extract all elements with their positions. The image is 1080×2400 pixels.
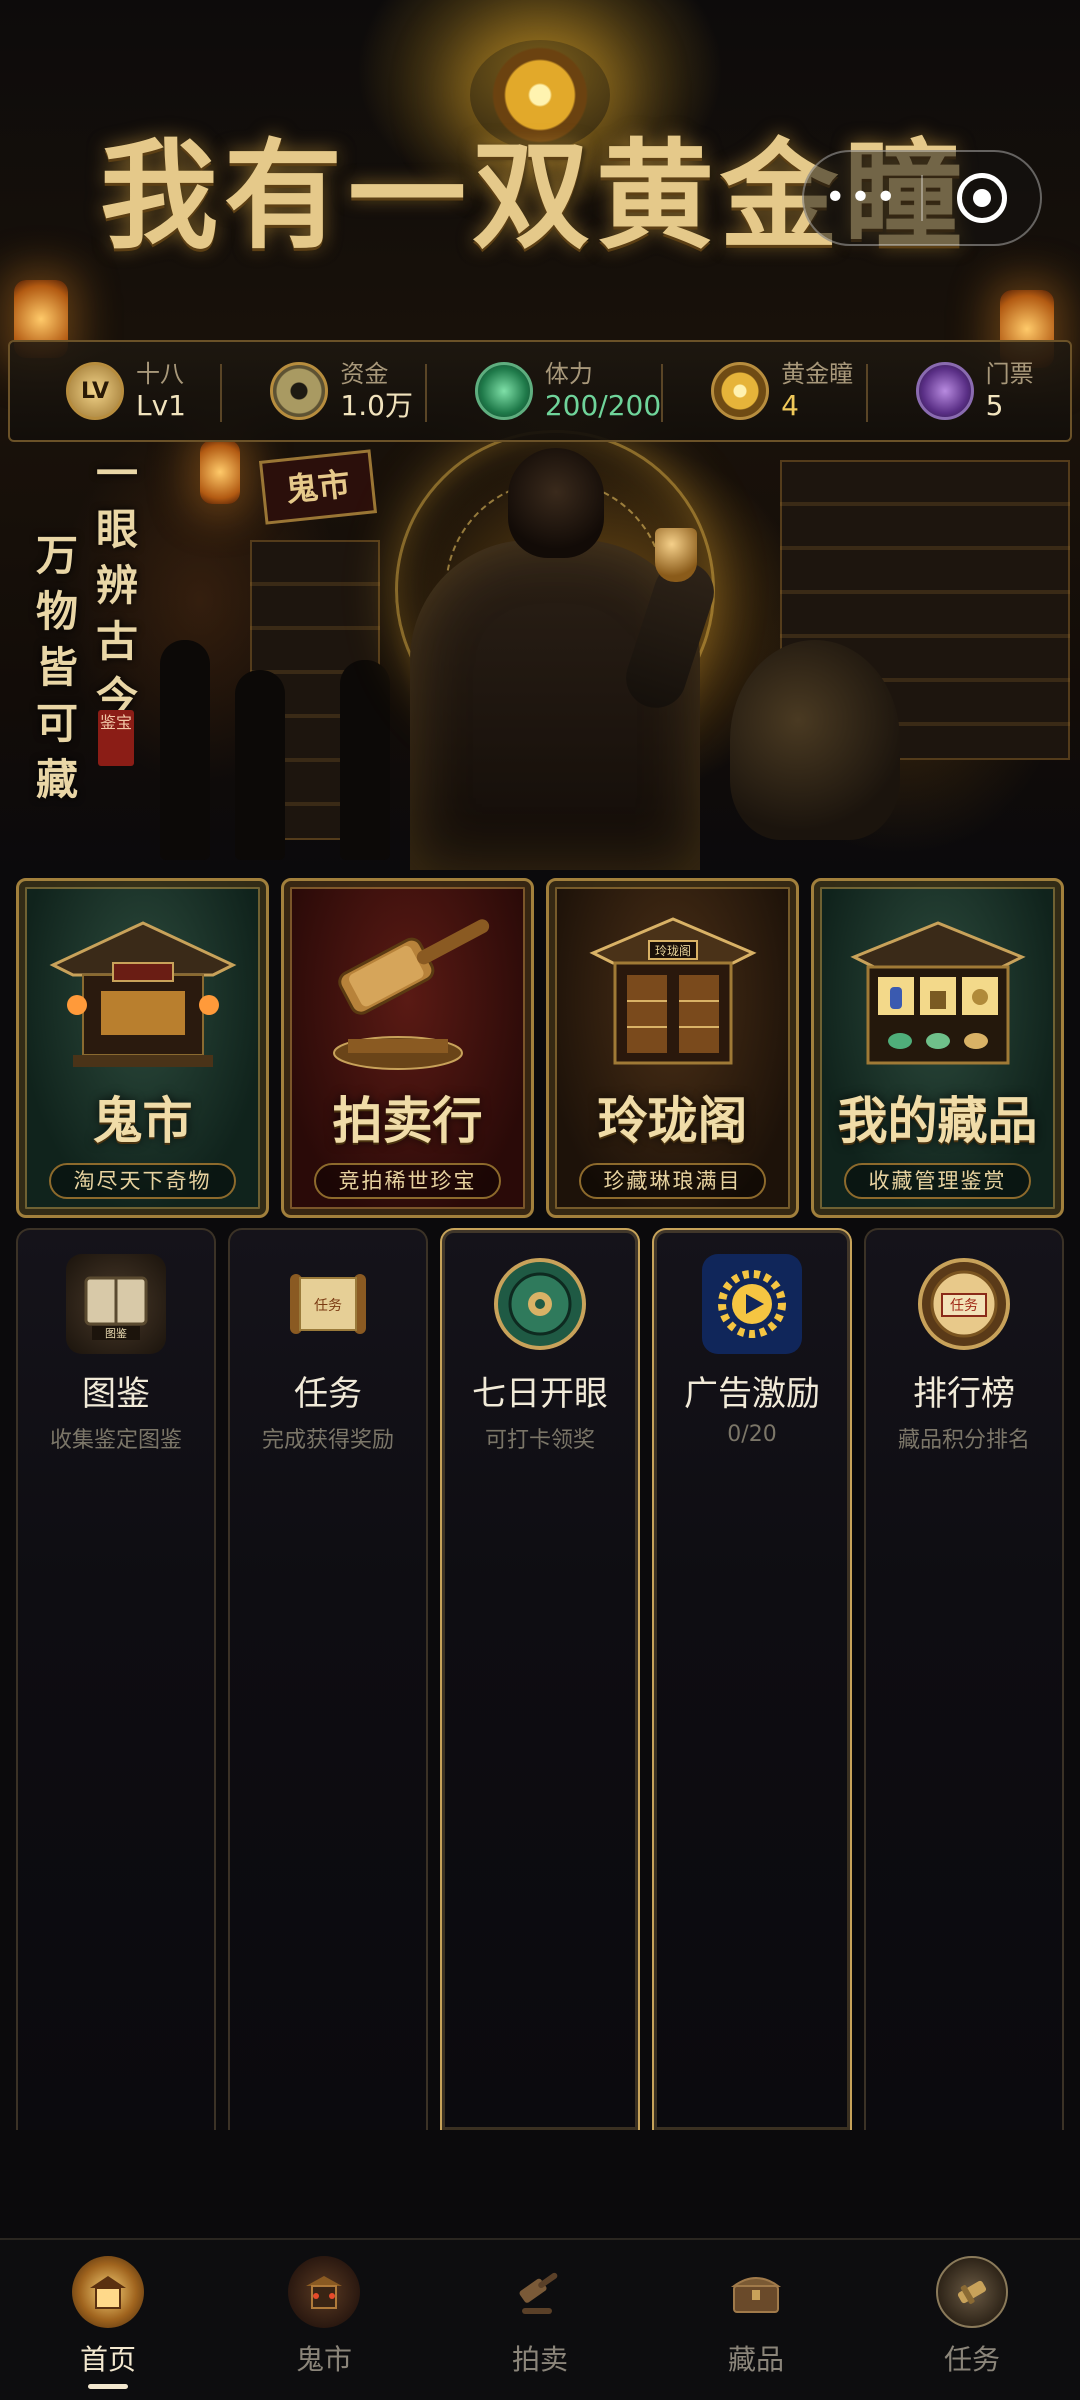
stat-golden-eye[interactable]: 黄金瞳 4 [661, 342, 865, 440]
catalog-icon-label: 图鉴 [105, 1327, 127, 1340]
func-subtitle: 0/20 [727, 1422, 777, 1447]
stat-value: 200/200 [544, 389, 662, 422]
function-grid: 图鉴 图鉴 收集鉴定图鉴 任务 任务 完成获得奖励 七日开眼 可打卡领奖 广告激… [16, 1228, 1064, 2130]
nav-label: 任务 [943, 2343, 1000, 2376]
stat-label: 门票 [985, 360, 1034, 388]
coin-icon [270, 362, 329, 420]
nav-label: 拍卖 [511, 2343, 568, 2376]
func-seven-day-checkin[interactable]: 七日开眼 可打卡领奖 [440, 1228, 640, 2130]
jade-disc-icon [490, 1254, 590, 1354]
nav-home[interactable]: 首页 [0, 2240, 216, 2400]
card-subtitle: 淘尽天下奇物 [49, 1163, 236, 1199]
card-title: 鬼市 [92, 1091, 193, 1150]
nav-label: 鬼市 [295, 2343, 352, 2376]
treasure-chest-icon [720, 2256, 792, 2328]
card-my-collection[interactable]: 我的藏品 收藏管理鉴赏 [811, 878, 1064, 1218]
crowd-figure [340, 660, 390, 860]
antique-cup-icon [655, 528, 697, 582]
seal-stamp: 鉴宝 [98, 710, 134, 766]
stats-bar: LV 十八 Lv1 资金 1.0万 体力 200/200 黄金瞳 4 门票 5 [8, 340, 1072, 442]
bottom-nav: 首页 鬼市 拍卖 藏品 任务 [0, 2238, 1080, 2400]
lantern-icon [200, 440, 240, 504]
card-title: 拍卖行 [332, 1091, 483, 1150]
func-leaderboard[interactable]: 任务 排行榜 藏品积分排名 [864, 1228, 1064, 2130]
card-title: 玲珑阁 [597, 1091, 748, 1150]
bronze-urn [730, 640, 900, 840]
stat-value: 5 [985, 389, 1004, 422]
nav-ghost-market[interactable]: 鬼市 [216, 2240, 432, 2400]
stat-stamina[interactable]: 体力 200/200 [424, 342, 662, 440]
market-pavilion-icon [49, 921, 236, 1067]
target-close-icon[interactable] [923, 173, 1040, 223]
func-title: 排行榜 [913, 1374, 1015, 1414]
card-subtitle: 收藏管理鉴赏 [844, 1163, 1031, 1199]
crowd-figure [235, 670, 285, 860]
treasure-pavilion-icon: 玲珑阁 [588, 917, 757, 1065]
market-icon [288, 2256, 360, 2328]
catalog-book-icon: 图鉴 [66, 1254, 166, 1354]
stat-label: 十八 [136, 360, 184, 388]
gavel-icon [504, 2256, 576, 2328]
card-subtitle: 珍藏琳琅满目 [579, 1163, 766, 1199]
hero-banner: 我有一双黄金瞳 ••• 鬼市 一眼辨古今 万物皆可藏 鉴宝 LV 十八 Lv1 … [0, 0, 1080, 870]
func-subtitle: 完成获得奖励 [261, 1428, 394, 1453]
nav-label: 藏品 [727, 2343, 784, 2376]
ticket-icon [915, 362, 974, 420]
card-subtitle: 竞拍稀世珍宝 [314, 1163, 501, 1199]
gavel-icon [332, 919, 489, 1070]
crowd-figure [160, 640, 210, 860]
func-subtitle: 收集鉴定图鉴 [49, 1428, 182, 1453]
stat-level[interactable]: LV 十八 Lv1 [10, 342, 220, 440]
task-scroll-icon: 任务 [278, 1254, 378, 1354]
jade-stamina-icon [474, 362, 533, 420]
nav-label: 首页 [79, 2343, 136, 2376]
hero-character-head [508, 448, 604, 558]
card-ghost-market[interactable]: 鬼市 淘尽天下奇物 [16, 878, 269, 1218]
nav-active-indicator [88, 2384, 128, 2389]
func-title: 任务 [294, 1374, 362, 1414]
stat-label: 黄金瞳 [781, 360, 854, 388]
more-dots-icon[interactable]: ••• [804, 180, 921, 216]
func-tasks[interactable]: 任务 任务 完成获得奖励 [228, 1228, 428, 2130]
task-icon [936, 2256, 1008, 2328]
func-subtitle: 可打卡领奖 [484, 1428, 595, 1453]
stat-value: 4 [781, 389, 799, 422]
pavilion-sign: 玲珑阁 [654, 944, 690, 958]
stat-ticket[interactable]: 门票 5 [865, 342, 1070, 440]
rank-badge-label: 任务 [950, 1298, 978, 1314]
mini-program-capsule: ••• [802, 150, 1042, 246]
slogan-line-2: 万物皆可藏 [36, 531, 79, 804]
func-ad-reward[interactable]: 广告激励 0/20 [652, 1228, 852, 2130]
rank-badge-icon: 任务 [914, 1254, 1014, 1354]
shop-sign: 鬼市 [258, 449, 378, 525]
task-scroll-label: 任务 [314, 1298, 342, 1314]
stat-label: 资金 [340, 360, 389, 388]
func-title: 图鉴 [82, 1374, 150, 1414]
level-badge-icon: LV [66, 362, 124, 420]
home-palace-icon [72, 2256, 144, 2328]
feature-cards: 鬼市 淘尽天下奇物 拍卖行 竞拍稀世珍宝 玲珑阁 玲珑阁 珍藏琳琅满目 我的藏品… [16, 878, 1064, 1218]
nav-collection[interactable]: 藏品 [648, 2240, 864, 2400]
card-title: 我的藏品 [837, 1091, 1038, 1150]
func-catalog[interactable]: 图鉴 图鉴 收集鉴定图鉴 [16, 1228, 216, 2130]
func-title: 七日开眼 [472, 1374, 608, 1414]
video-reward-icon [702, 1254, 802, 1354]
stat-value: 1.0万 [340, 389, 413, 422]
golden-eye-icon [711, 362, 770, 420]
func-subtitle: 藏品积分排名 [897, 1428, 1030, 1453]
collection-cabinet-icon [849, 921, 1026, 1065]
nav-auction[interactable]: 拍卖 [432, 2240, 648, 2400]
stat-funds[interactable]: 资金 1.0万 [220, 342, 424, 440]
stat-value: Lv1 [136, 389, 186, 422]
card-auction-house[interactable]: 拍卖行 竞拍稀世珍宝 [281, 878, 534, 1218]
nav-tasks[interactable]: 任务 [864, 2240, 1080, 2400]
func-title: 广告激励 [684, 1374, 820, 1414]
stat-label: 体力 [544, 360, 593, 388]
card-linglong-pavilion[interactable]: 玲珑阁 玲珑阁 珍藏琳琅满目 [546, 878, 799, 1218]
slogan-line-1: 一眼辨古今 [96, 449, 139, 722]
